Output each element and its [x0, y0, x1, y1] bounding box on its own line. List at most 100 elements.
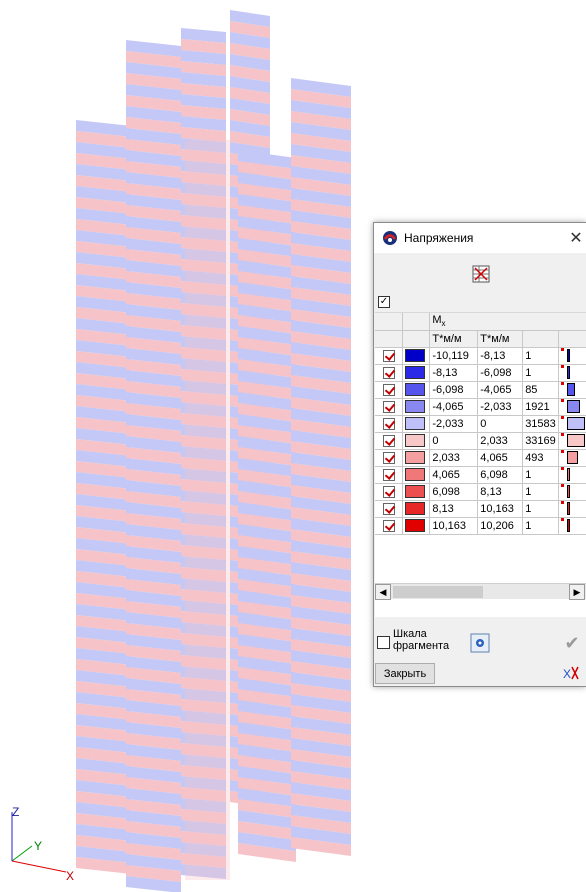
legend-row[interactable]: -8,13 -6,098 1 — [375, 364, 586, 382]
color-swatch[interactable] — [405, 485, 426, 498]
histogram-bar — [567, 519, 571, 532]
settings-icon[interactable] — [469, 632, 491, 654]
element-count: 1 — [522, 517, 560, 535]
range-to[interactable]: 8,13 — [477, 483, 524, 501]
histogram-bar-cell — [561, 399, 584, 414]
histogram-bar — [567, 502, 571, 515]
row-visible-checkbox[interactable] — [382, 366, 395, 379]
element-count: 1921 — [522, 398, 560, 416]
reset-scale-icon[interactable]: Х — [560, 662, 582, 684]
legend-row[interactable]: -2,033 0 31583 — [375, 415, 586, 433]
row-visible-checkbox[interactable] — [382, 468, 395, 481]
range-from[interactable]: -10,119 — [429, 347, 479, 365]
range-to[interactable]: 6,098 — [477, 466, 524, 484]
unit-header-from: Т*м/м — [429, 330, 479, 348]
range-from[interactable]: -4,065 — [429, 398, 479, 416]
histogram-marker — [561, 467, 565, 470]
dialog-titlebar[interactable]: Напряжения ✕ — [374, 223, 586, 253]
row-visible-checkbox[interactable] — [382, 434, 395, 447]
legend-table: Mx Т*м/м Т*м/м -10,119 -8,13 1 -8,13 -6,098 1… — [375, 312, 586, 617]
fragment-scale-label: Шкала фрагмента — [393, 628, 449, 652]
color-swatch[interactable] — [405, 366, 426, 379]
row-visible-checkbox[interactable] — [382, 519, 395, 532]
histogram-marker — [561, 501, 565, 504]
histogram-bar-cell — [561, 382, 584, 397]
range-from[interactable]: 6,098 — [429, 483, 479, 501]
histogram-marker — [561, 450, 565, 453]
scroll-thumb[interactable] — [393, 586, 483, 598]
range-to[interactable]: 0 — [477, 415, 524, 433]
histogram-bar — [567, 468, 571, 481]
component-subscript: x — [441, 319, 446, 329]
range-from[interactable]: 4,065 — [429, 466, 479, 484]
histogram-bar-cell — [561, 433, 586, 448]
range-from[interactable]: 8,13 — [429, 500, 479, 518]
row-visible-checkbox[interactable] — [382, 451, 395, 464]
histogram-marker — [561, 416, 565, 419]
legend-row[interactable]: -4,065 -2,033 1921 — [375, 398, 586, 416]
svg-text:Х: Х — [563, 667, 571, 681]
legend-row[interactable]: -6,098 -4,065 85 — [375, 381, 586, 399]
color-swatch[interactable] — [405, 349, 426, 362]
select-all-checkbox[interactable]: ✓ — [378, 296, 390, 308]
color-swatch[interactable] — [405, 451, 426, 464]
legend-row[interactable]: 4,065 6,098 1 — [375, 466, 586, 484]
range-to[interactable]: -8,13 — [477, 347, 524, 365]
scroll-left-icon[interactable]: ◀ — [375, 584, 391, 600]
element-count: 1 — [522, 364, 560, 382]
histogram-bar — [567, 451, 579, 464]
color-swatch[interactable] — [405, 434, 426, 447]
row-visible-checkbox[interactable] — [382, 349, 395, 362]
row-visible-checkbox[interactable] — [382, 400, 395, 413]
element-count: 1 — [522, 500, 560, 518]
legend-row[interactable]: 6,098 8,13 1 — [375, 483, 586, 501]
row-visible-checkbox[interactable] — [382, 485, 395, 498]
table-export-icon[interactable] — [470, 263, 492, 285]
legend-row[interactable]: 2,033 4,065 493 — [375, 449, 586, 467]
histogram-bar — [567, 366, 571, 379]
color-swatch[interactable] — [405, 400, 426, 413]
histogram-marker — [561, 348, 565, 351]
color-swatch[interactable] — [405, 468, 426, 481]
color-swatch[interactable] — [405, 383, 426, 396]
range-to[interactable]: -4,065 — [477, 381, 524, 399]
histogram-bar-cell — [561, 467, 584, 482]
range-from[interactable]: 0 — [429, 432, 479, 450]
legend-row[interactable]: 8,13 10,163 1 — [375, 500, 586, 518]
fragment-scale-checkbox[interactable] — [377, 636, 390, 649]
horizontal-scrollbar[interactable]: ◀ ▶ — [375, 583, 586, 600]
row-visible-checkbox[interactable] — [382, 502, 395, 515]
histogram-marker — [561, 365, 565, 368]
range-to[interactable]: 10,163 — [477, 500, 524, 518]
range-from[interactable]: -6,098 — [429, 381, 479, 399]
histogram-bar-cell — [561, 501, 584, 516]
histogram-bar — [567, 434, 586, 447]
element-count: 31583 — [522, 415, 560, 433]
range-to[interactable]: 10,206 — [477, 517, 524, 535]
range-from[interactable]: -8,13 — [429, 364, 479, 382]
range-from[interactable]: 2,033 — [429, 449, 479, 467]
component-label: M — [432, 314, 442, 327]
legend-row[interactable]: 0 2,033 33169 — [375, 432, 586, 450]
histogram-bar — [567, 349, 571, 362]
range-to[interactable]: -2,033 — [477, 398, 524, 416]
range-from[interactable]: -2,033 — [429, 415, 479, 433]
legend-row[interactable]: 10,163 10,206 1 — [375, 517, 586, 535]
color-swatch[interactable] — [405, 519, 426, 532]
row-visible-checkbox[interactable] — [382, 417, 395, 430]
legend-row[interactable]: -10,119 -8,13 1 — [375, 347, 586, 365]
range-to[interactable]: -6,098 — [477, 364, 524, 382]
row-visible-checkbox[interactable] — [382, 383, 395, 396]
range-to[interactable]: 2,033 — [477, 432, 524, 450]
color-swatch[interactable] — [405, 417, 426, 430]
close-icon[interactable]: ✕ — [566, 223, 586, 253]
histogram-bar-cell — [561, 484, 584, 499]
close-button[interactable]: Закрыть — [375, 663, 435, 684]
scroll-right-icon[interactable]: ▶ — [569, 584, 585, 600]
apply-check-icon[interactable]: ✔ — [560, 632, 584, 654]
histogram-bar — [567, 400, 581, 413]
range-from[interactable]: 10,163 — [429, 517, 479, 535]
range-to[interactable]: 4,065 — [477, 449, 524, 467]
element-count: 1 — [522, 466, 560, 484]
color-swatch[interactable] — [405, 502, 426, 515]
